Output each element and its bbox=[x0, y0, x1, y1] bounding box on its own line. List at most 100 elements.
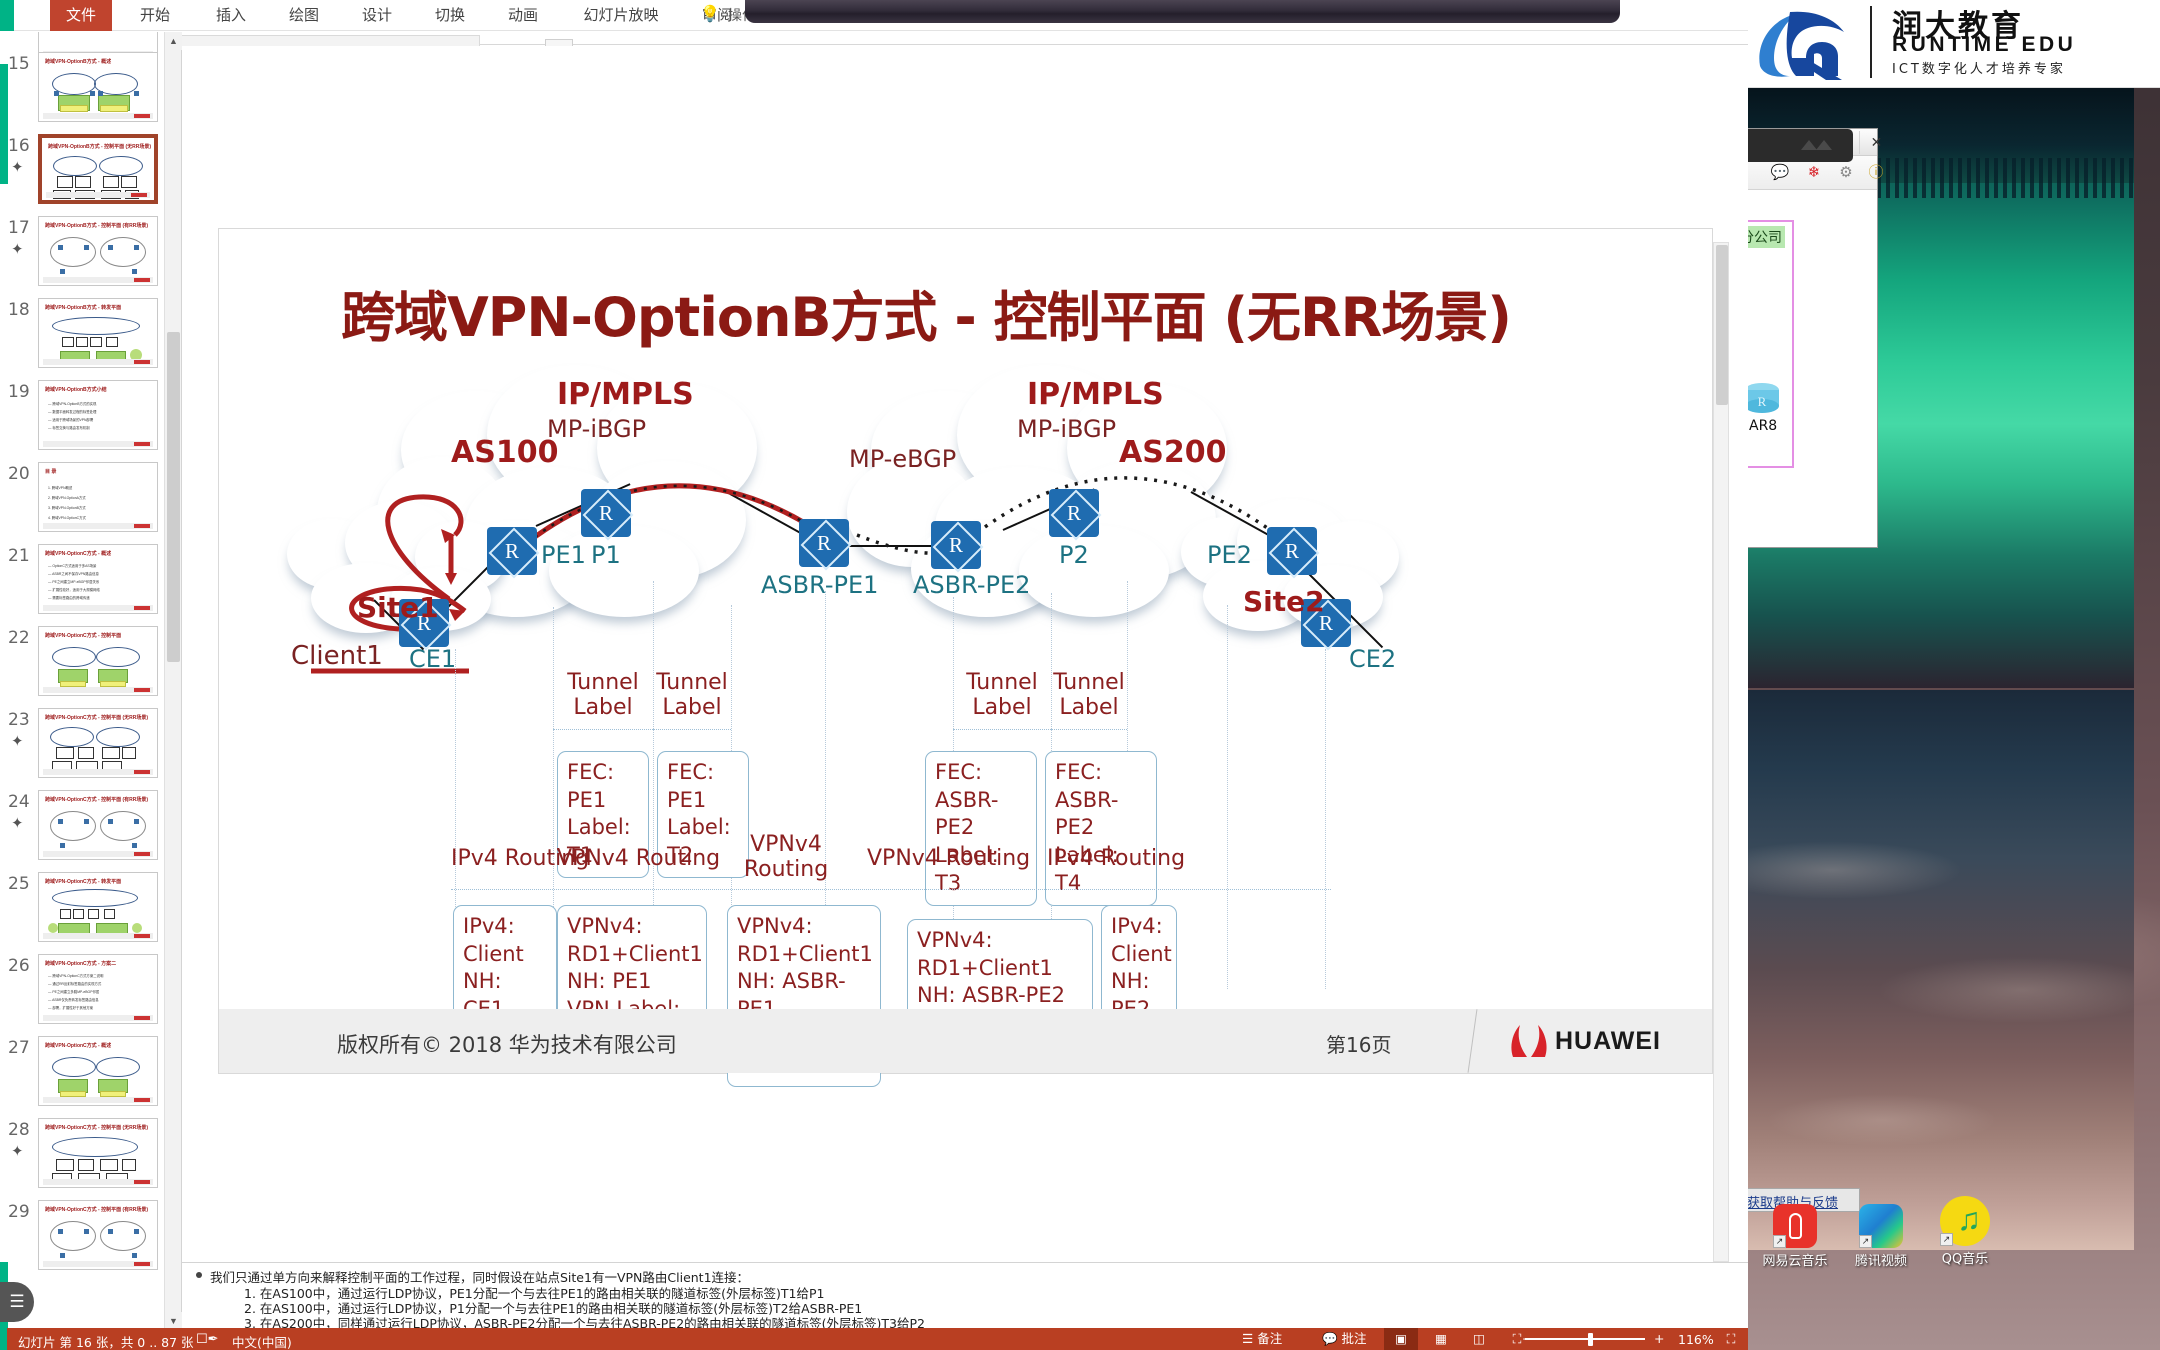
close-icon[interactable]: ✕ bbox=[1859, 131, 1893, 154]
thumb-body bbox=[44, 1215, 152, 1259]
list-item[interactable]: 18 跨域VPN-OptionB方式 - 转发平面 bbox=[0, 296, 181, 382]
comments-label: 批注 bbox=[1341, 1331, 1367, 1346]
desktop-icon-qq-music[interactable]: ♫ ↗ QQ音乐 bbox=[1926, 1196, 2004, 1267]
lightbulb-icon[interactable]: 💡 bbox=[700, 4, 720, 26]
tab-draw[interactable]: 绘图 bbox=[277, 2, 331, 29]
huawei-icon[interactable]: ❄ bbox=[1801, 161, 1827, 185]
router-pe1[interactable] bbox=[487, 527, 537, 575]
thumb-body bbox=[44, 1051, 152, 1097]
thumb-title: 跨域VPN-OptionB方式 - 控制平面 (有RR场景) bbox=[45, 223, 149, 229]
list-item[interactable]: 21 跨域VPN-OptionC方式 - 概述 — OptionC方式适用于多A… bbox=[0, 542, 181, 628]
normal-view-icon[interactable]: ▣ bbox=[1384, 1328, 1418, 1350]
list-item[interactable]: 23 ✦ 跨域VPN-OptionC方式 - 控制平面 (无RR场景) bbox=[0, 706, 181, 792]
slide-number: 21 bbox=[8, 546, 30, 566]
canvas-scrollbar[interactable] bbox=[1713, 242, 1729, 1262]
desktop-icon-netease-music[interactable]: ↗ 网易云音乐 bbox=[1756, 1204, 1834, 1269]
router-p1[interactable] bbox=[581, 489, 631, 537]
accessibility-icon[interactable]: ☐✒ bbox=[196, 1332, 219, 1347]
help-icon[interactable]: ⓘ bbox=[1863, 161, 1889, 185]
notes-button[interactable]: ☰ 备注 bbox=[1236, 1328, 1288, 1350]
list-item[interactable]: 22 跨域VPN-OptionC方式 - 控制平面 bbox=[0, 624, 181, 710]
tab-insert[interactable]: 插入 bbox=[204, 2, 258, 29]
mp-ibgp-arc-left bbox=[517, 483, 829, 551]
list-item[interactable]: 20 目 录 1. 跨域VPN概述 2. 跨域VPN-OptionA方式 3. … bbox=[0, 460, 181, 546]
list-item[interactable]: 16 ✦ 跨域VPN-OptionB方式 - 控制平面 (无RR场景) bbox=[0, 132, 181, 218]
zoom-level-label[interactable]: 116% bbox=[1678, 1332, 1714, 1347]
list-item[interactable]: 24 ✦ 跨域VPN-OptionC方式 - 控制平面 (有RR场景) bbox=[0, 788, 181, 874]
comment-icon[interactable]: 💬 bbox=[1767, 161, 1793, 185]
tab-animations[interactable]: 动画 bbox=[496, 2, 550, 29]
mp-ibgp-arc-right bbox=[983, 476, 1279, 537]
list-item[interactable]: 26 跨域VPN-OptionC方式 - 方案二 — 跨域VPN-OptionC… bbox=[0, 952, 181, 1038]
slide-number: 29 bbox=[8, 1202, 30, 1222]
reading-view-icon[interactable]: ◫ bbox=[1462, 1328, 1496, 1350]
slide-sorter-icon[interactable]: ▦ bbox=[1424, 1328, 1458, 1350]
scrollbar-thumb[interactable] bbox=[1716, 245, 1728, 405]
slide-thumbnail-pane[interactable]: 跨域VPN-OptionB 15 跨域VPN-OptionB方式 - 概述 bbox=[0, 32, 182, 1332]
tab-home[interactable]: 开始 bbox=[128, 2, 182, 29]
desktop-icon-tencent-video[interactable]: ↗ 腾讯视频 bbox=[1842, 1204, 1920, 1269]
callout-line: VPNv4: bbox=[567, 914, 643, 938]
page-title[interactable]: 跨域VPN-OptionB方式 - 控制平面 (无RR场景) bbox=[341, 273, 1621, 352]
thumb-footer bbox=[43, 605, 153, 611]
slide-number: 15 bbox=[8, 54, 30, 74]
thumbnail-image: 跨域VPN-OptionB方式 - 控制平面 (有RR场景) bbox=[38, 216, 158, 286]
routing-header-2: VPNv4 Routing bbox=[557, 846, 721, 871]
tunnel-header-2: Tunnel Label bbox=[656, 670, 728, 720]
huawei-wordmark: HUAWEI bbox=[1555, 1027, 1661, 1055]
tab-file[interactable]: 文件 bbox=[50, 0, 112, 31]
comments-button[interactable]: 💬 批注 bbox=[1316, 1328, 1373, 1350]
outline-view-toggle-icon[interactable]: ☰ bbox=[0, 1282, 34, 1322]
router-asbr-pe2[interactable] bbox=[931, 521, 981, 569]
list-item[interactable]: 17 ✦ 跨域VPN-OptionB方式 - 控制平面 (有RR场景) bbox=[0, 214, 181, 300]
slide-count-label[interactable]: 幻灯片 第 16 张，共 0 .. 87 张 bbox=[18, 1332, 194, 1350]
label-ipmpls-right: IP/MPLS bbox=[1027, 377, 1164, 412]
list-item[interactable]: 29 跨域VPN-OptionC方式 - 控制平面 (有RR场景) bbox=[0, 1198, 181, 1284]
page-number: 第16页 bbox=[1326, 1033, 1392, 1057]
lower-clouds bbox=[1748, 690, 2134, 1250]
router-pe2[interactable] bbox=[1267, 527, 1317, 575]
star-icon: ✦ bbox=[11, 159, 24, 176]
slide-number: 28 bbox=[8, 1120, 30, 1140]
thumb-footer bbox=[43, 441, 153, 447]
zoom-slider[interactable] bbox=[1525, 1338, 1645, 1340]
gear-icon[interactable]: ⚙ bbox=[1833, 161, 1859, 185]
ensp-topology-canvas[interactable]: 分公司 R AR8 bbox=[1748, 190, 1877, 547]
ensp-window[interactable]: 单▾ — ◻ ✕ 💬 ❄ ⚙ ⓘ 分公司 R AR8 bbox=[1748, 128, 1884, 548]
thumbnail-image: 跨域VPN-OptionC方式 - 控制平面 (有RR场景) bbox=[38, 790, 158, 860]
scrollbar-thumb[interactable] bbox=[167, 332, 180, 662]
label-client1: Client1 bbox=[291, 641, 383, 671]
tab-transitions[interactable]: 切换 bbox=[423, 2, 477, 29]
thumbnail-image: 跨域VPN-OptionC方式 - 转发平面 bbox=[38, 872, 158, 942]
green-accent-bar bbox=[0, 0, 14, 31]
list-item[interactable]: 28 ✦ 跨域VPN-OptionC方式 - 控制平面 (无RR场景) bbox=[0, 1116, 181, 1202]
thumbnail-scrollbar[interactable]: ▲ ▼ bbox=[164, 32, 182, 1330]
tab-design[interactable]: 设计 bbox=[350, 2, 404, 29]
slide-editing-canvas[interactable]: 跨域VPN-OptionB方式 - 控制平面 (无RR场景) R PE1 R P… bbox=[182, 46, 1898, 1282]
logo-english-name: RUNTIME EDU bbox=[1892, 33, 2077, 56]
list-item[interactable]: 19 跨域VPN-OptionB方式小结 — 跨域VPN-OptionB方式的实… bbox=[0, 378, 181, 464]
thumb-body bbox=[44, 805, 152, 849]
thumb-footer bbox=[43, 933, 153, 939]
tunnel-span-4 bbox=[1051, 729, 1127, 730]
routing-header-5: IPv4 Routing bbox=[1046, 846, 1186, 871]
router-p2[interactable] bbox=[1049, 489, 1099, 537]
fit-to-window-icon[interactable]: ⛶ bbox=[1718, 1328, 1744, 1350]
scroll-up-icon[interactable]: ▲ bbox=[165, 32, 182, 50]
notes-pane[interactable]: 我们只通过单方向来解释控制平面的工作过程，同时假设在站点Site1有一VPN路由… bbox=[182, 1262, 1748, 1328]
tab-slideshow[interactable]: 幻灯片放映 bbox=[566, 2, 676, 29]
router-asbr-pe1[interactable] bbox=[799, 519, 849, 567]
list-item[interactable]: 25 跨域VPN-OptionC方式 - 转发平面 bbox=[0, 870, 181, 956]
ensp-router-icon[interactable]: R bbox=[1748, 382, 1781, 416]
zoom-slider-handle[interactable] bbox=[1588, 1333, 1593, 1346]
list-item[interactable]: 15 跨域VPN-OptionB方式 - 概述 bbox=[0, 50, 181, 136]
current-slide[interactable]: 跨域VPN-OptionB方式 - 控制平面 (无RR场景) R PE1 R P… bbox=[218, 228, 1713, 1088]
netease-music-icon: ↗ bbox=[1773, 1204, 1817, 1248]
thumbnail-image: 跨域VPN-OptionC方式 - 概述 bbox=[38, 1036, 158, 1106]
routing-header-1: IPv4 Routing bbox=[451, 846, 590, 871]
language-label[interactable]: 中文(中国) bbox=[232, 1332, 292, 1350]
routing-header-4: VPNv4 Routing bbox=[867, 846, 1031, 871]
zoom-in-button[interactable]: + bbox=[1648, 1328, 1668, 1350]
list-item[interactable]: 27 跨域VPN-OptionC方式 - 概述 bbox=[0, 1034, 181, 1120]
thumb-title: 跨域VPN-OptionB方式 - 控制平面 (无RR场景) bbox=[48, 144, 152, 150]
